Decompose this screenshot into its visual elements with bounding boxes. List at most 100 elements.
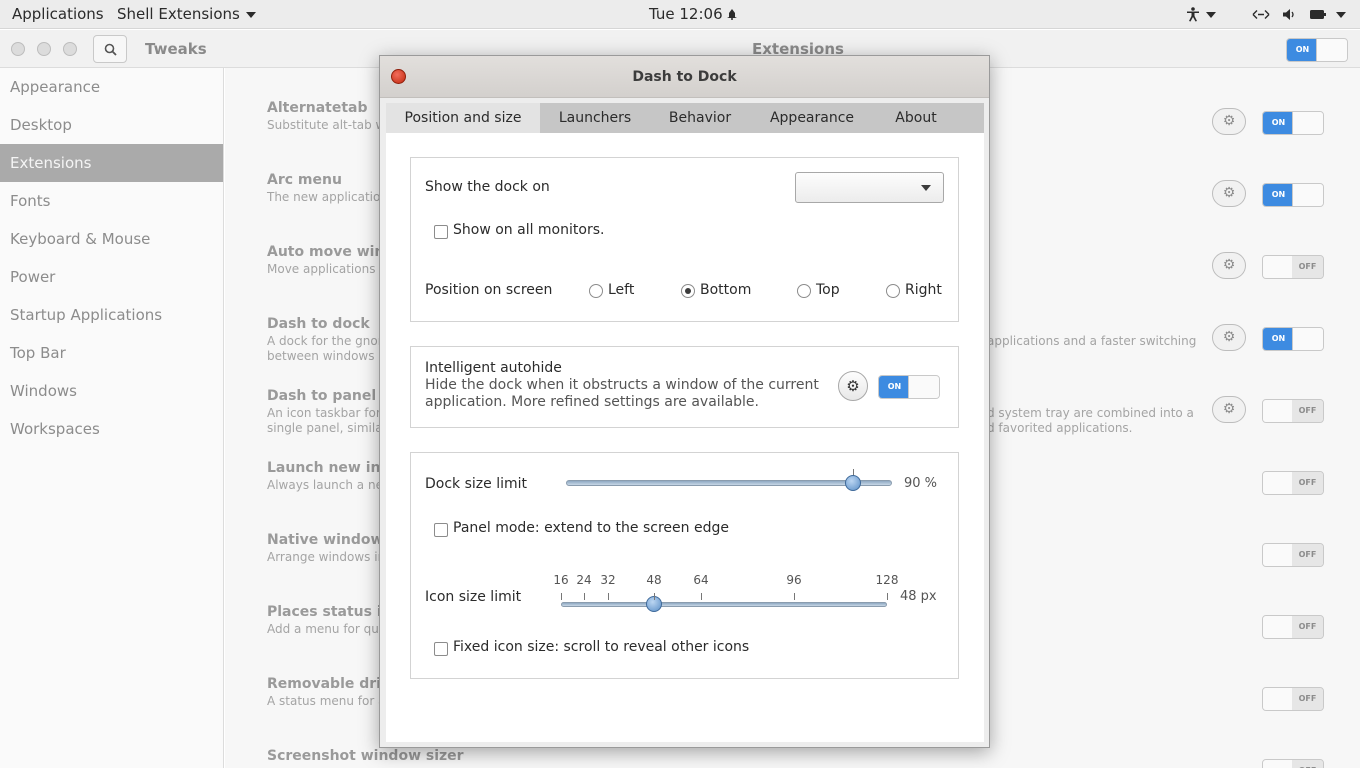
switch-state-label: ON: [1263, 328, 1294, 350]
extension-settings-button[interactable]: ⚙: [1212, 180, 1246, 207]
applications-menu[interactable]: Applications: [12, 0, 104, 29]
search-icon: [104, 43, 117, 56]
panel-mode-checkbox[interactable]: [434, 523, 448, 537]
switch-knob: [1263, 256, 1294, 278]
extension-switch[interactable]: OFF: [1262, 687, 1324, 711]
sidebar-item-workspaces[interactable]: Workspaces: [0, 410, 223, 448]
extension-settings-button[interactable]: ⚙: [1212, 252, 1246, 279]
switch-knob: [1292, 184, 1323, 206]
extension-switch[interactable]: OFF: [1262, 471, 1324, 495]
sidebar-item-startup-applications[interactable]: Startup Applications: [0, 296, 223, 334]
dialog-title: Dash to Dock: [632, 69, 737, 85]
extension-description: The new applications: [267, 190, 395, 204]
gear-icon: ⚙: [1222, 401, 1236, 417]
tab-appearance[interactable]: Appearance: [750, 103, 874, 133]
sidebar-item-extensions[interactable]: Extensions: [0, 144, 223, 182]
fixed-icon-size-label[interactable]: Fixed icon size: scroll to reveal other …: [453, 639, 749, 655]
shell-extensions-menu[interactable]: Shell Extensions: [117, 0, 256, 29]
position-right-radio[interactable]: [886, 284, 900, 298]
icon-size-slider[interactable]: 16 24 32 48 64 96 128: [553, 573, 898, 613]
extension-settings-button[interactable]: ⚙: [1212, 108, 1246, 135]
extension-switch[interactable]: OFF: [1262, 615, 1324, 639]
extension-switch[interactable]: ON: [1262, 111, 1324, 135]
position-top-radio[interactable]: [797, 284, 811, 298]
switch-knob: [1292, 328, 1323, 350]
tab-page-position-and-size: Show the dock on Show on all monitors. P…: [386, 133, 984, 742]
monitor-select[interactable]: [795, 172, 944, 203]
extension-switch[interactable]: OFF: [1262, 543, 1324, 567]
sidebar-item-power[interactable]: Power: [0, 258, 223, 296]
icon-size-mark-tick: [887, 593, 888, 600]
gear-icon: ⚙: [1222, 113, 1236, 129]
position-on-screen-label: Position on screen: [425, 282, 553, 298]
power-menu-icon[interactable]: [1336, 12, 1346, 18]
extension-name: Screenshot window sizer: [267, 748, 464, 764]
extension-switch[interactable]: OFF: [1262, 255, 1324, 279]
description-line: d system tray are combined into a: [987, 406, 1194, 420]
position-left-radio[interactable]: [589, 284, 603, 298]
chevron-down-icon[interactable]: [1206, 12, 1216, 18]
extension-switch[interactable]: ON: [1262, 183, 1324, 207]
extension-name: Dash to dock: [267, 316, 370, 332]
dock-size-value: 90 %: [904, 476, 938, 491]
icon-size-mark-label: 96: [786, 573, 802, 587]
gear-icon: ⚙: [1222, 185, 1236, 201]
autohide-switch[interactable]: ON: [878, 375, 940, 399]
sidebar-item-windows[interactable]: Windows: [0, 372, 223, 410]
show-all-monitors-checkbox[interactable]: [434, 225, 448, 239]
show-all-monitors-label[interactable]: Show on all monitors.: [453, 222, 604, 238]
tab-about[interactable]: About: [874, 103, 958, 133]
extensions-global-switch[interactable]: ON: [1286, 38, 1348, 62]
icon-size-mark-tick: [608, 593, 609, 600]
sidebar-item-desktop[interactable]: Desktop: [0, 106, 223, 144]
switch-knob: [1316, 39, 1347, 61]
slider-knob[interactable]: [845, 475, 861, 491]
window-close-button[interactable]: [11, 42, 25, 56]
position-right-label[interactable]: Right: [905, 282, 942, 298]
size-frame: Dock size limit 90 % Panel mode: extend …: [410, 452, 959, 679]
autohide-frame: Intelligent autohide Hide the dock when …: [410, 346, 959, 428]
switch-knob: [908, 376, 939, 398]
network-icon[interactable]: [1252, 9, 1270, 20]
position-bottom-radio[interactable]: [681, 284, 695, 298]
bell-icon: [727, 9, 738, 20]
panel-mode-label[interactable]: Panel mode: extend to the screen edge: [453, 520, 729, 536]
autohide-description-line: Hide the dock when it obstructs a window…: [425, 377, 819, 393]
accessibility-icon[interactable]: [1186, 7, 1200, 22]
extension-name: Arc menu: [267, 172, 342, 188]
dock-size-slider[interactable]: [566, 465, 892, 499]
extension-settings-button[interactable]: ⚙: [1212, 324, 1246, 351]
search-button[interactable]: [93, 35, 127, 63]
extension-switch[interactable]: OFF: [1262, 399, 1324, 423]
battery-icon[interactable]: [1310, 10, 1326, 19]
window-minimize-button[interactable]: [37, 42, 51, 56]
chevron-down-icon: [921, 185, 931, 191]
icon-size-mark-tick: [561, 593, 562, 600]
sidebar-item-keyboard-mouse[interactable]: Keyboard & Mouse: [0, 220, 223, 258]
position-top-label[interactable]: Top: [816, 282, 840, 298]
tab-position-and-size[interactable]: Position and size: [386, 103, 540, 133]
extension-switch[interactable]: OFF: [1262, 759, 1324, 768]
window-maximize-button[interactable]: [63, 42, 77, 56]
switch-knob: [1263, 472, 1294, 494]
tab-launchers[interactable]: Launchers: [540, 103, 650, 133]
autohide-title: Intelligent autohide: [425, 360, 562, 376]
autohide-settings-button[interactable]: ⚙: [838, 371, 868, 401]
clock-label: Tue 12:06: [649, 5, 723, 23]
extension-switch[interactable]: ON: [1262, 327, 1324, 351]
fixed-icon-size-checkbox[interactable]: [434, 642, 448, 656]
position-bottom-label[interactable]: Bottom: [700, 282, 751, 298]
switch-state-label: OFF: [1292, 544, 1323, 566]
clock[interactable]: Tue 12:06: [649, 0, 738, 29]
sidebar-item-top-bar[interactable]: Top Bar: [0, 334, 223, 372]
sidebar-item-fonts[interactable]: Fonts: [0, 182, 223, 220]
volume-icon[interactable]: [1282, 8, 1296, 21]
tab-behavior[interactable]: Behavior: [650, 103, 750, 133]
sidebar-item-appearance[interactable]: Appearance: [0, 68, 223, 106]
icon-size-mark-label: 48: [646, 573, 662, 587]
show-dock-on-label: Show the dock on: [425, 179, 550, 195]
position-left-label[interactable]: Left: [608, 282, 634, 298]
extension-settings-button[interactable]: ⚙: [1212, 396, 1246, 423]
extension-name: Launch new inst: [267, 460, 396, 476]
gear-icon: ⚙: [1222, 257, 1236, 273]
